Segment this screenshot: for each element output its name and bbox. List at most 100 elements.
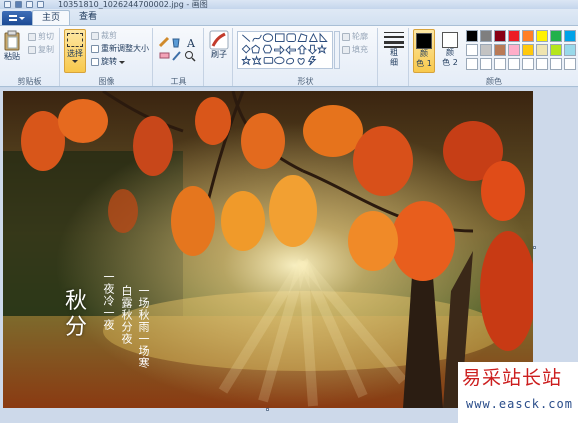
palette-swatch[interactable] bbox=[522, 58, 534, 70]
palette-swatch[interactable] bbox=[494, 58, 506, 70]
up-arrow-shape-icon bbox=[297, 44, 307, 55]
canvas-resize-handle-right[interactable] bbox=[533, 246, 536, 249]
poem-line-3: 一夜冷一夜 bbox=[102, 271, 115, 331]
chevron-down-icon bbox=[19, 16, 25, 20]
fill-bucket-icon bbox=[172, 38, 180, 48]
left-arrow-shape-icon bbox=[285, 45, 296, 55]
menu-icon bbox=[9, 15, 17, 21]
diamond-shape-icon bbox=[241, 44, 251, 54]
poem-title: 秋 分 bbox=[65, 289, 87, 341]
shapes-gallery[interactable] bbox=[237, 31, 333, 69]
fill-button[interactable]: 填充 bbox=[342, 45, 368, 55]
tab-home[interactable]: 主页 bbox=[32, 10, 71, 25]
palette-swatch[interactable] bbox=[550, 58, 562, 70]
palette-swatch[interactable] bbox=[550, 30, 562, 42]
palette-swatch[interactable] bbox=[494, 44, 506, 56]
rotate-icon bbox=[91, 58, 99, 66]
tab-view[interactable]: 查看 bbox=[70, 10, 106, 25]
canvas-image[interactable]: 秋 分 一场秋雨一场寒 白露秋分夜 一夜冷一夜 bbox=[3, 91, 533, 408]
group-tools: A 工具 bbox=[154, 28, 204, 86]
poem-title-char-1: 秋 bbox=[65, 289, 88, 314]
palette-swatch[interactable] bbox=[564, 30, 576, 42]
poem-title-char-2: 分 bbox=[65, 315, 88, 340]
canvas-resize-handle-bottom[interactable] bbox=[266, 408, 269, 411]
pentagon-shape-icon bbox=[251, 44, 260, 54]
crop-icon bbox=[91, 32, 99, 40]
palette-swatch[interactable] bbox=[522, 44, 534, 56]
copy-label: 复制 bbox=[38, 45, 54, 54]
brushes-button[interactable]: 刷子 bbox=[208, 30, 230, 60]
palette-swatch[interactable] bbox=[550, 44, 562, 56]
title-bar: 10351810_1026244700002.jpg - 画图 bbox=[0, 0, 578, 9]
color2-label-line2: 色 2 bbox=[442, 58, 458, 67]
right-arrow-shape-icon bbox=[274, 45, 285, 55]
palette-swatch[interactable] bbox=[508, 30, 520, 42]
color1-label-line1: 颜 bbox=[420, 49, 428, 58]
callout-oval-shape-icon bbox=[274, 56, 285, 65]
crop-button[interactable]: 裁剪 bbox=[91, 31, 117, 41]
palette-swatch[interactable] bbox=[494, 30, 506, 42]
paste-button[interactable]: 粘贴 bbox=[3, 30, 21, 62]
palette-swatch[interactable] bbox=[536, 44, 548, 56]
poem-line-2: 白露秋分夜 bbox=[120, 285, 133, 345]
outline-label: 轮廓 bbox=[352, 32, 368, 41]
select-button[interactable]: 选择 bbox=[64, 29, 86, 73]
palette-swatch[interactable] bbox=[536, 30, 548, 42]
shapes-group-label: 形状 bbox=[297, 77, 314, 86]
palette-swatch[interactable] bbox=[564, 58, 576, 70]
save-icon[interactable] bbox=[15, 1, 22, 8]
rotate-button[interactable]: 旋转 bbox=[91, 57, 125, 67]
shapes-scroll[interactable] bbox=[334, 31, 340, 69]
site-watermark: 易采站长站 www.easck.com bbox=[458, 362, 578, 423]
brush-icon bbox=[209, 30, 229, 50]
color1-swatch bbox=[416, 33, 432, 49]
line-shape-icon bbox=[242, 34, 251, 42]
color-picker-icon bbox=[172, 51, 181, 61]
text-icon: A bbox=[186, 37, 196, 50]
palette-swatch[interactable] bbox=[508, 44, 520, 56]
outline-button[interactable]: 轮廓 bbox=[342, 32, 368, 42]
palette-swatch[interactable] bbox=[536, 58, 548, 70]
triangle-shape-icon bbox=[308, 32, 318, 42]
watermark-title: 易采站长站 bbox=[462, 367, 563, 389]
app-icon bbox=[4, 1, 11, 8]
eraser-icon bbox=[159, 52, 170, 59]
ribbon: 粘贴 剪切 复制 剪贴板 选择 裁剪 重新调整大小 旋转 图像 A 工具 刷子 … bbox=[0, 25, 578, 87]
copy-button[interactable]: 复制 bbox=[28, 45, 54, 55]
cut-label: 剪切 bbox=[38, 32, 54, 41]
palette-swatch[interactable] bbox=[522, 30, 534, 42]
copy-icon bbox=[28, 46, 36, 54]
pencil-icon bbox=[158, 36, 170, 48]
oval-shape-icon bbox=[262, 33, 274, 42]
palette-swatch[interactable] bbox=[466, 44, 478, 56]
line-width-icon bbox=[384, 32, 404, 48]
palette-swatch[interactable] bbox=[466, 30, 478, 42]
ribbon-tab-row: 主页 查看 bbox=[0, 9, 578, 25]
chevron-down-icon bbox=[72, 60, 78, 63]
rotate-label: 旋转 bbox=[101, 57, 117, 66]
color2-button[interactable]: 颜 色 2 bbox=[439, 29, 461, 73]
color1-label-line2: 色 1 bbox=[416, 59, 432, 68]
palette-swatch[interactable] bbox=[466, 58, 478, 70]
app-menu-button[interactable] bbox=[2, 11, 32, 25]
down-arrow-shape-icon bbox=[307, 44, 318, 55]
chevron-down-icon bbox=[119, 60, 125, 64]
polygon-shape-icon bbox=[297, 33, 308, 42]
palette-swatch[interactable] bbox=[508, 58, 520, 70]
color2-swatch bbox=[442, 32, 458, 48]
color1-button[interactable]: 颜 色 1 bbox=[413, 29, 435, 73]
palette-swatch[interactable] bbox=[480, 30, 492, 42]
resize-label: 重新调整大小 bbox=[101, 44, 149, 53]
watermark-url: www.easck.com bbox=[466, 397, 573, 411]
undo-icon[interactable] bbox=[26, 1, 33, 8]
cut-button[interactable]: 剪切 bbox=[28, 32, 54, 42]
size-button[interactable]: 粗 细 bbox=[382, 30, 406, 68]
palette-swatch[interactable] bbox=[480, 44, 492, 56]
resize-button[interactable]: 重新调整大小 bbox=[91, 44, 149, 54]
heart-shape-icon bbox=[297, 58, 305, 65]
palette-swatch[interactable] bbox=[564, 44, 576, 56]
right-triangle-shape-icon bbox=[319, 32, 328, 42]
rounded-rectangle-shape-icon bbox=[286, 33, 296, 42]
palette-swatch[interactable] bbox=[480, 58, 492, 70]
redo-icon[interactable] bbox=[37, 1, 44, 8]
